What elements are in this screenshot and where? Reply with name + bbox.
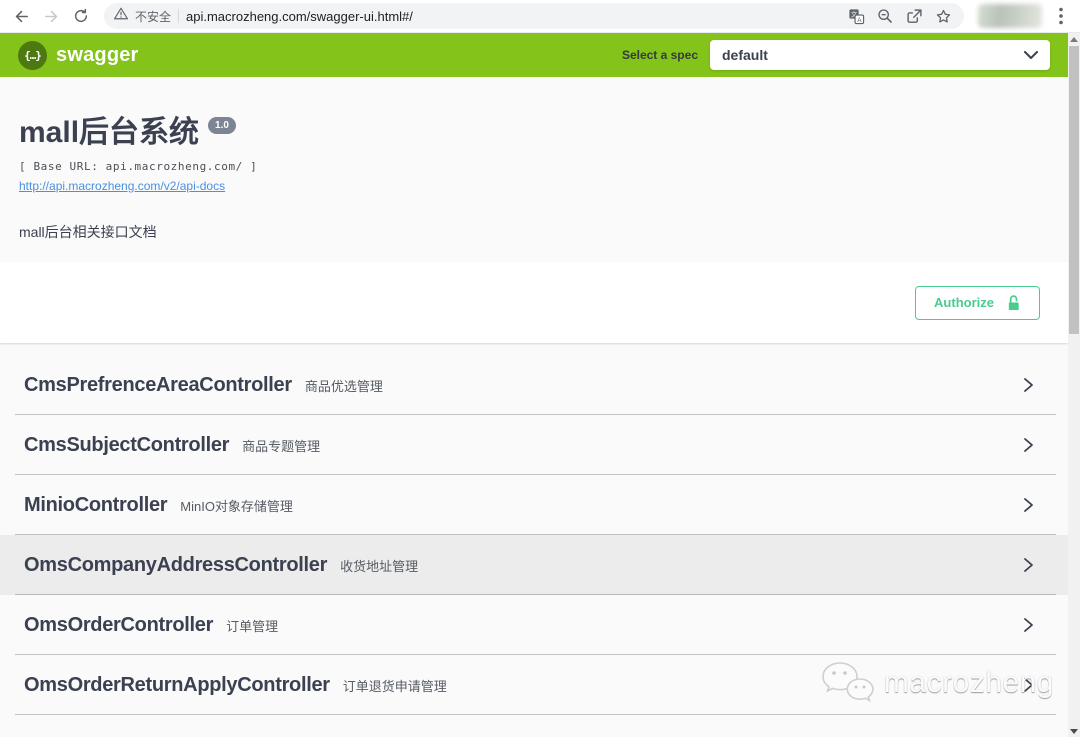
warning-icon [114, 7, 128, 25]
profile-avatar[interactable] [978, 4, 1042, 28]
swagger-logo-icon: {…} [18, 41, 47, 70]
controller-description: 订单管理 [226, 616, 278, 635]
expand-chevron-icon[interactable] [1018, 495, 1038, 515]
controller-name: CmsPrefrenceAreaController [24, 374, 292, 397]
scrollbar-down-icon[interactable] [1068, 725, 1080, 737]
expand-chevron-icon[interactable] [1018, 675, 1038, 695]
address-separator [178, 9, 179, 23]
select-spec-label: Select a spec [622, 48, 698, 62]
api-title-text: mall后台系统 [19, 115, 199, 151]
url-text: api.macrozheng.com/swagger-ui.html#/ [186, 9, 413, 24]
expand-chevron-icon[interactable] [1018, 375, 1038, 395]
base-url: [ Base URL: api.macrozheng.com/ ] [19, 160, 1048, 173]
controller-row[interactable]: OmsOrderReturnApplyController 订单退货申请管理 [0, 655, 1068, 715]
scheme-container: Authorize [0, 262, 1068, 343]
controller-name: MinioController [24, 494, 167, 517]
back-icon[interactable] [8, 3, 34, 29]
forward-icon[interactable] [38, 3, 64, 29]
controller-description: 收货地址管理 [340, 556, 418, 575]
swagger-topbar: {…} swagger Select a spec default [0, 33, 1068, 77]
controller-description: MinIO对象存储管理 [180, 496, 293, 515]
address-bar[interactable]: 不安全 api.macrozheng.com/swagger-ui.html#/… [104, 3, 964, 29]
controller-row[interactable]: OmsOrderController 订单管理 [0, 595, 1068, 655]
controller-name: OmsCompanyAddressController [24, 554, 327, 577]
controllers-list: CmsPrefrenceAreaController 商品优选管理 CmsSub… [0, 355, 1068, 715]
expand-chevron-icon[interactable] [1018, 555, 1038, 575]
controller-name: OmsOrderController [24, 614, 213, 637]
controller-row[interactable]: CmsSubjectController 商品专题管理 [0, 415, 1068, 475]
controller-row[interactable]: CmsPrefrenceAreaController 商品优选管理 [0, 355, 1068, 415]
authorize-button[interactable]: Authorize [915, 286, 1040, 320]
api-description: mall后台相关接口文档 [19, 222, 1048, 242]
scrollbar-thumb[interactable] [1069, 46, 1079, 334]
svg-text:A: A [857, 16, 862, 23]
controller-description: 商品优选管理 [305, 376, 383, 395]
refresh-icon[interactable] [68, 3, 94, 29]
spec-select-value: default [722, 47, 768, 63]
swagger-brand[interactable]: {…} swagger [18, 41, 139, 70]
star-icon[interactable] [932, 5, 954, 27]
controller-name: OmsOrderReturnApplyController [24, 674, 330, 697]
api-docs-link[interactable]: http://api.macrozheng.com/v2/api-docs [19, 179, 225, 193]
controller-name: CmsSubjectController [24, 434, 229, 457]
controller-row[interactable]: OmsCompanyAddressController 收货地址管理 [0, 535, 1068, 595]
controller-row[interactable]: MinioController MinIO对象存储管理 [0, 475, 1068, 535]
scrollbar-up-icon[interactable] [1068, 33, 1080, 45]
expand-chevron-icon[interactable] [1018, 615, 1038, 635]
authorize-label: Authorize [934, 295, 994, 310]
api-title: mall后台系统 1.0 [19, 115, 1048, 151]
unlock-icon [1006, 295, 1021, 311]
browser-toolbar: 不安全 api.macrozheng.com/swagger-ui.html#/… [0, 0, 1080, 33]
chevron-down-icon [1024, 51, 1038, 60]
controller-description: 订单退货申请管理 [343, 676, 447, 695]
translate-icon[interactable]: 文A [845, 5, 867, 27]
swagger-brand-text: swagger [56, 44, 139, 67]
api-info-section: mall后台系统 1.0 [ Base URL: api.macrozheng.… [0, 77, 1068, 262]
zoom-out-icon[interactable] [874, 5, 896, 27]
expand-chevron-icon[interactable] [1018, 435, 1038, 455]
spec-select-dropdown[interactable]: default [710, 40, 1050, 70]
browser-menu-icon[interactable] [1050, 7, 1072, 25]
controller-description: 商品专题管理 [242, 436, 320, 455]
share-icon[interactable] [903, 5, 925, 27]
version-badge: 1.0 [208, 117, 236, 134]
security-label: 不安全 [135, 8, 171, 25]
page-scrollbar[interactable] [1068, 33, 1080, 737]
